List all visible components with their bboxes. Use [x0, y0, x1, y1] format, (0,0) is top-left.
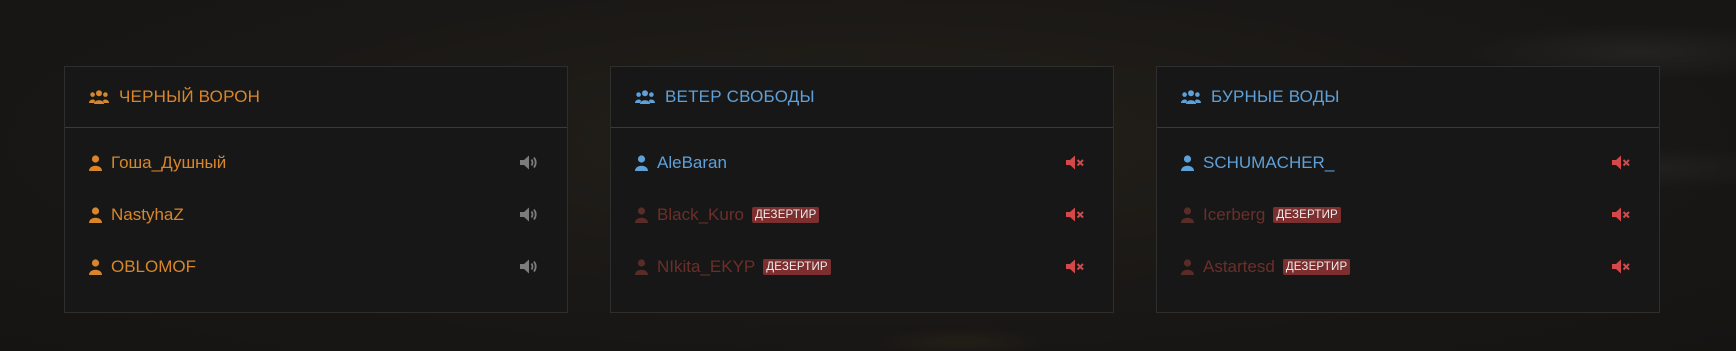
volume-icon[interactable] — [519, 206, 539, 223]
player-row[interactable]: AleBaran — [611, 137, 1113, 189]
users-icon — [635, 90, 655, 104]
player-name: SCHUMACHER_ — [1203, 153, 1335, 172]
player-row[interactable]: Icerberg ДЕЗЕРТИР — [1157, 189, 1659, 241]
player-row[interactable]: Гоша_Душный — [65, 137, 567, 189]
player-list: SCHUMACHER_ Icerberg ДЕЗЕРТИР Astartesd … — [1157, 128, 1659, 293]
deserter-badge: ДЕЗЕРТИР — [763, 259, 831, 275]
deserter-badge: ДЕЗЕРТИР — [1282, 259, 1351, 275]
team-name: ВЕТЕР СВОБОДЫ — [665, 87, 815, 106]
player-name: Black_Kuro — [657, 205, 744, 224]
user-icon — [89, 259, 102, 275]
deserter-badge: ДЕЗЕРТИР — [1273, 207, 1341, 223]
team-name: ЧЕРНЫЙ ВОРОН — [119, 87, 261, 106]
team-header: ВЕТЕР СВОБОДЫ — [611, 67, 1113, 128]
player-row[interactable]: SCHUMACHER_ — [1157, 137, 1659, 189]
player-name: Astartesd — [1203, 257, 1275, 276]
user-icon — [89, 207, 102, 223]
player-name: NIkita_EKYP — [657, 257, 756, 276]
team-panel-3: БУРНЫЕ ВОДЫ SCHUMACHER_ Icerberg ДЕЗЕРТИ… — [1156, 66, 1660, 313]
player-row[interactable]: NastyhaZ — [65, 189, 567, 241]
player-name: OBLOMOF — [111, 257, 197, 276]
team-header: БУРНЫЕ ВОДЫ — [1157, 67, 1659, 128]
users-icon — [89, 90, 109, 104]
user-icon — [1181, 155, 1194, 171]
deserter-badge: ДЕЗЕРТИР — [751, 207, 820, 223]
team-header: ЧЕРНЫЙ ВОРОН — [65, 67, 567, 128]
mute-icon[interactable] — [1065, 206, 1085, 223]
volume-icon[interactable] — [519, 154, 539, 171]
user-icon — [635, 207, 648, 223]
player-list: Гоша_Душный NastyhaZ OBLOMOF — [65, 128, 567, 293]
player-name: Гоша_Душный — [111, 153, 227, 172]
user-icon — [1181, 259, 1194, 275]
mute-icon[interactable] — [1065, 154, 1085, 171]
player-name: NastyhaZ — [111, 205, 184, 224]
player-name: Icerberg — [1203, 205, 1266, 224]
volume-icon[interactable] — [519, 258, 539, 275]
mute-icon[interactable] — [1611, 206, 1631, 223]
user-icon — [1181, 207, 1194, 223]
user-icon — [635, 259, 648, 275]
team-panel-2: ВЕТЕР СВОБОДЫ AleBaran Black_Kuro ДЕЗЕРТ… — [610, 66, 1114, 313]
mute-icon[interactable] — [1611, 258, 1631, 275]
player-row[interactable]: Black_Kuro ДЕЗЕРТИР — [611, 189, 1113, 241]
mute-icon[interactable] — [1611, 154, 1631, 171]
player-row[interactable]: OBLOMOF — [65, 241, 567, 293]
player-row[interactable]: Astartesd ДЕЗЕРТИР — [1157, 241, 1659, 293]
team-panel-1: ЧЕРНЫЙ ВОРОН Гоша_Душный NastyhaZ OBLOMO… — [64, 66, 568, 313]
users-icon — [1181, 90, 1201, 104]
player-list: AleBaran Black_Kuro ДЕЗЕРТИР NIkita_EKYP… — [611, 128, 1113, 293]
team-name: БУРНЫЕ ВОДЫ — [1211, 87, 1340, 106]
user-icon — [635, 155, 648, 171]
user-icon — [89, 155, 102, 171]
mute-icon[interactable] — [1065, 258, 1085, 275]
player-row[interactable]: NIkita_EKYP ДЕЗЕРТИР — [611, 241, 1113, 293]
player-name: AleBaran — [657, 153, 727, 172]
